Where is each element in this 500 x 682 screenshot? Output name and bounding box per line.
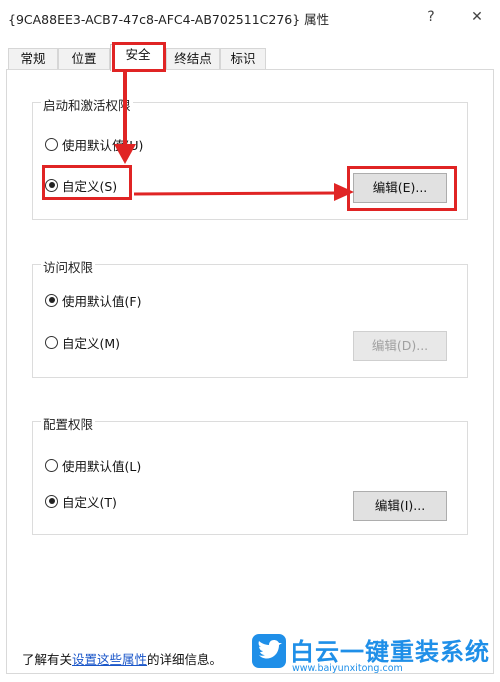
help-icon[interactable]: ? bbox=[420, 6, 442, 28]
watermark-brand-name: 白云一键重装系统 bbox=[290, 638, 490, 666]
title-bar: {9CA88EE3-ACB7-47c8-AFC4-AB702511C276} 属… bbox=[0, 0, 500, 34]
radio-label: 自定义(M) bbox=[62, 335, 121, 351]
radio-label: 使用默认值(F) bbox=[62, 293, 142, 309]
footer-suffix: 的详细信息。 bbox=[147, 652, 223, 667]
watermark: 白云一键重装系统 www.baiyunxitong.com bbox=[252, 632, 498, 680]
radio-button-checked[interactable] bbox=[45, 494, 58, 508]
tab-identity[interactable]: 标识 bbox=[220, 48, 266, 70]
radio-button-checked[interactable] bbox=[45, 293, 58, 307]
radio-button[interactable] bbox=[45, 137, 58, 151]
tab-location[interactable]: 位置 bbox=[58, 48, 110, 70]
radio-config-custom[interactable]: 自定义(T) bbox=[45, 492, 117, 510]
radio-label: 使用默认值(L) bbox=[62, 458, 142, 474]
group-title-access: 访问权限 bbox=[41, 257, 96, 276]
close-icon[interactable]: ✕ bbox=[466, 6, 488, 28]
highlight-box-security-tab bbox=[112, 42, 166, 72]
radio-access-custom[interactable]: 自定义(M) bbox=[45, 333, 120, 351]
group-title-config: 配置权限 bbox=[41, 414, 96, 433]
footer-help-text: 了解有关设置这些属性的详细信息。 bbox=[22, 649, 222, 668]
radio-label: 自定义(T) bbox=[62, 494, 117, 510]
radio-access-default[interactable]: 使用默认值(F) bbox=[45, 291, 141, 309]
tab-endpoints[interactable]: 终结点 bbox=[166, 48, 220, 70]
group-title-launch: 启动和激活权限 bbox=[41, 95, 133, 114]
radio-label: 使用默认值(U) bbox=[62, 137, 144, 153]
highlight-box-custom-radio bbox=[42, 165, 132, 200]
radio-button[interactable] bbox=[45, 458, 58, 472]
bird-logo-icon bbox=[252, 634, 286, 668]
radio-button[interactable] bbox=[45, 335, 58, 349]
tab-strip: 常规 位置 安全 终结点 标识 bbox=[0, 44, 500, 71]
footer-help-link[interactable]: 设置这些属性 bbox=[72, 652, 147, 667]
access-permissions-group: 访问权限 使用默认值(F) 自定义(M) 编辑(D)... bbox=[32, 257, 468, 378]
radio-launch-default[interactable]: 使用默认值(U) bbox=[45, 135, 143, 153]
highlight-box-edit-button bbox=[347, 166, 457, 211]
footer-prefix: 了解有关 bbox=[22, 652, 73, 667]
edit-access-button[interactable]: 编辑(D)... bbox=[353, 331, 447, 361]
tab-general[interactable]: 常规 bbox=[8, 48, 58, 70]
window-title: {9CA88EE3-ACB7-47c8-AFC4-AB702511C276} 属… bbox=[8, 12, 330, 27]
edit-config-button[interactable]: 编辑(I)... bbox=[353, 491, 447, 521]
radio-config-default[interactable]: 使用默认值(L) bbox=[45, 456, 141, 474]
config-permissions-group: 配置权限 使用默认值(L) 自定义(T) 编辑(I)... bbox=[32, 414, 468, 535]
watermark-url: www.baiyunxitong.com bbox=[292, 663, 403, 674]
